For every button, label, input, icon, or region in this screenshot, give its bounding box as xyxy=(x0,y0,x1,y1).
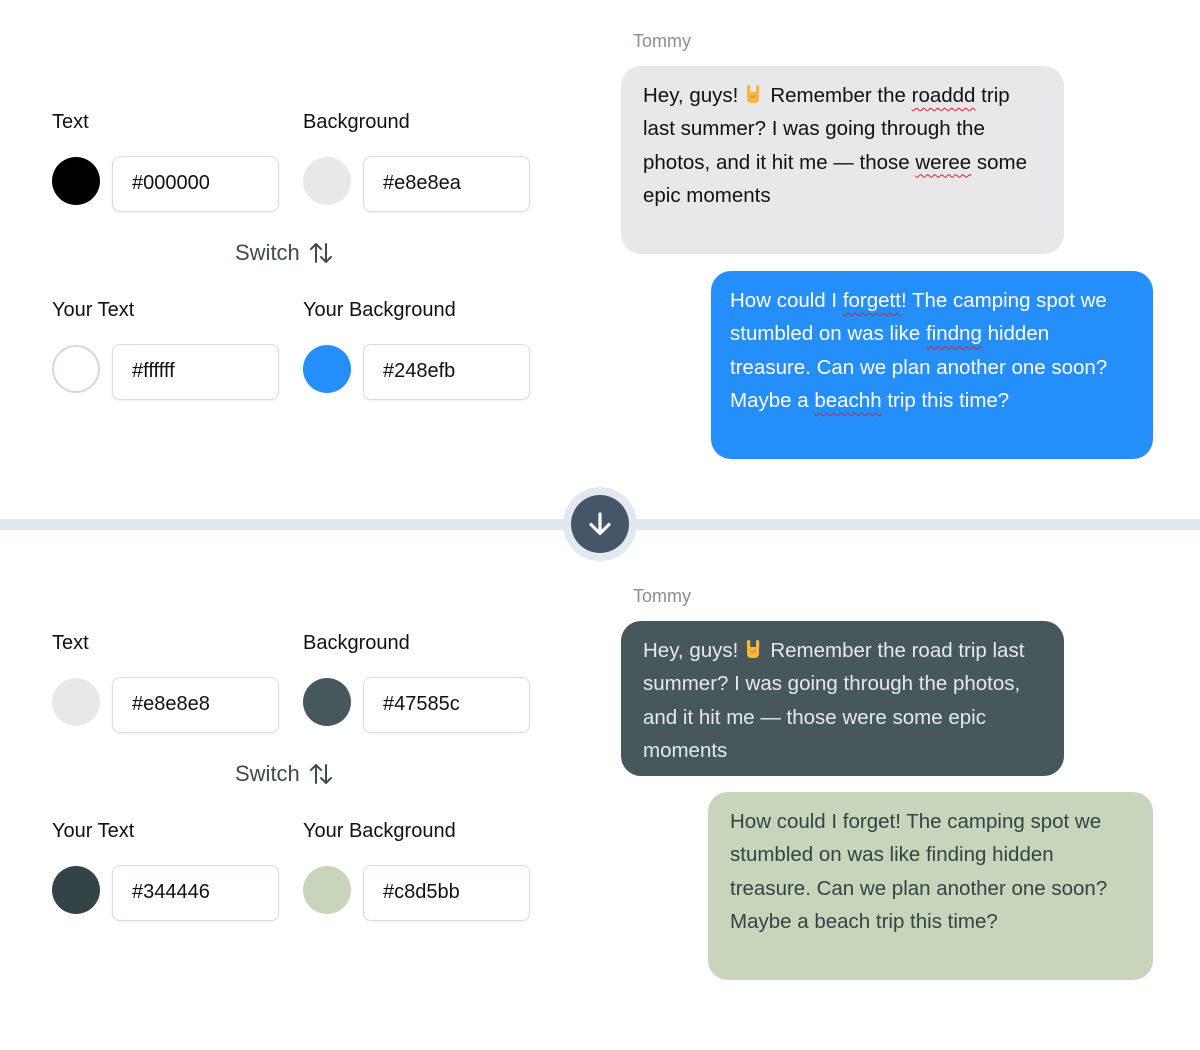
sender-name: Tommy xyxy=(633,31,691,51)
text-color-label: Text xyxy=(52,632,89,654)
text-color-input[interactable]: #000000 xyxy=(112,156,279,212)
before-section: Text Background #000000 #e8e8ea Switch Y… xyxy=(0,0,1200,490)
text-color-swatch[interactable] xyxy=(52,678,100,726)
message-text: How could I forget! The camping spot we … xyxy=(730,810,1108,933)
message-text: Remember the xyxy=(770,84,906,107)
swap-vertical-icon xyxy=(309,764,332,784)
incoming-message-bubble: Hey, guys! Remember the road trip last s… xyxy=(621,621,1064,776)
swap-vertical-icon xyxy=(309,243,332,263)
background-color-input[interactable]: #47585c xyxy=(363,677,530,733)
message-text: How could I xyxy=(730,289,838,312)
sign-of-the-horns-emoji-icon xyxy=(747,640,760,658)
your-text-color-label: Your Text xyxy=(52,820,135,842)
your-text-color-input[interactable]: #ffffff xyxy=(112,344,279,400)
switch-button[interactable]: Switch xyxy=(235,240,334,266)
transform-button-inner xyxy=(571,495,629,553)
text-color-swatch[interactable] xyxy=(52,157,100,205)
transform-button[interactable] xyxy=(563,487,637,561)
background-color-input[interactable]: #e8e8ea xyxy=(363,156,530,212)
misspelled-word[interactable]: findng xyxy=(926,322,982,345)
after-section: Text Background #e8e8e8 #47585c Switch Y… xyxy=(0,560,1200,1050)
misspelled-word[interactable]: weree xyxy=(915,151,971,174)
background-color-swatch[interactable] xyxy=(303,157,351,205)
your-background-color-swatch[interactable] xyxy=(303,345,351,393)
text-color-label: Text xyxy=(52,111,89,133)
your-background-color-swatch[interactable] xyxy=(303,866,351,914)
your-text-color-label: Your Text xyxy=(52,299,135,321)
misspelled-word[interactable]: roaddd xyxy=(912,84,976,107)
switch-label: Switch xyxy=(235,761,300,786)
arrow-down-icon xyxy=(589,512,611,536)
message-text: trip this time? xyxy=(887,388,1010,412)
your-background-color-label: Your Background xyxy=(303,820,456,842)
background-color-label: Background xyxy=(303,632,410,654)
incoming-message-bubble: Hey, guys! Remember the roaddd trip last… xyxy=(621,66,1064,254)
your-background-color-label: Your Background xyxy=(303,299,456,321)
switch-label: Switch xyxy=(235,240,300,265)
misspelled-word[interactable]: forgett xyxy=(843,289,901,312)
sign-of-the-horns-emoji-icon xyxy=(747,85,760,103)
outgoing-message-bubble: How could I forgett! The camping spot we… xyxy=(711,271,1153,459)
message-text: Hey, guys! xyxy=(643,639,739,662)
your-background-color-input[interactable]: #248efb xyxy=(363,344,530,400)
your-text-color-swatch[interactable] xyxy=(52,345,100,393)
outgoing-message-bubble: How could I forget! The camping spot we … xyxy=(708,792,1153,980)
misspelled-word[interactable]: beachh xyxy=(814,389,881,412)
background-color-swatch[interactable] xyxy=(303,678,351,726)
sender-name: Tommy xyxy=(633,586,691,606)
your-background-color-input[interactable]: #c8d5bb xyxy=(363,865,530,921)
background-color-label: Background xyxy=(303,111,410,133)
switch-button[interactable]: Switch xyxy=(235,761,334,787)
your-text-color-swatch[interactable] xyxy=(52,866,100,914)
your-text-color-input[interactable]: #344446 xyxy=(112,865,279,921)
message-text: Hey, guys! xyxy=(643,84,739,107)
text-color-input[interactable]: #e8e8e8 xyxy=(112,677,279,733)
